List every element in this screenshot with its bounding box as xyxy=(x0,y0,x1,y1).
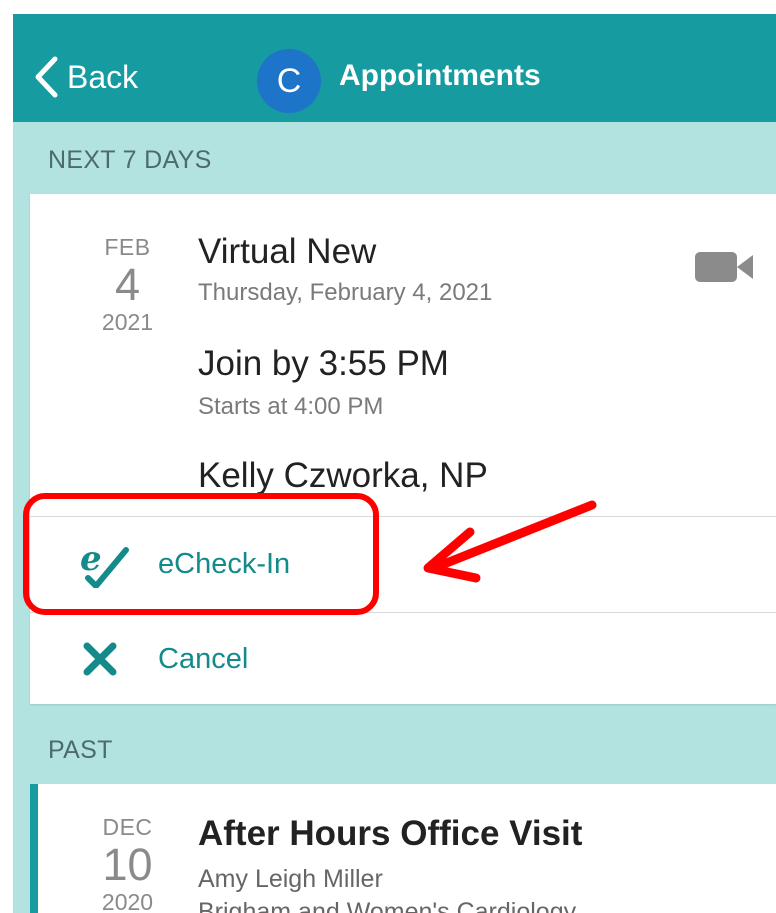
date-year: 2021 xyxy=(101,309,154,335)
video-camera-icon xyxy=(695,252,753,282)
date-year: 2020 xyxy=(101,889,154,913)
nav-header: Back C Appointments xyxy=(13,14,776,122)
section-label-next-7-days: NEXT 7 DAYS xyxy=(48,146,212,174)
appointment-name: After Hours Office Visit xyxy=(198,814,583,853)
start-time: Starts at 4:00 PM xyxy=(198,393,384,420)
arrow-annotation-icon xyxy=(423,500,597,583)
back-button[interactable]: Back xyxy=(33,52,138,102)
past-appointment-card[interactable]: DEC 10 2020 After Hours Office Visit Amy… xyxy=(30,784,776,913)
date-block: DEC 10 2020 xyxy=(80,814,175,913)
join-by-time: Join by 3:55 PM xyxy=(198,344,449,383)
date-month: FEB xyxy=(104,234,151,260)
date-month: DEC xyxy=(102,814,153,840)
appointment-card[interactable]: FEB 4 2021 Virtual New Thursday, Februar… xyxy=(30,194,776,704)
date-day: 4 xyxy=(114,259,141,310)
date-block: FEB 4 2021 xyxy=(80,234,175,336)
cancel-label: Cancel xyxy=(158,642,249,675)
chevron-left-icon xyxy=(35,56,58,98)
date-day: 10 xyxy=(102,839,153,890)
section-label-past: PAST xyxy=(48,736,113,764)
location-name: Brigham and Women's Cardiology xyxy=(198,898,577,913)
page-title: Appointments xyxy=(339,59,541,92)
provider-name: Amy Leigh Miller xyxy=(198,865,383,893)
cancel-button[interactable]: Cancel xyxy=(30,614,776,704)
appointment-name: Virtual New xyxy=(198,232,377,271)
avatar[interactable]: C xyxy=(257,49,321,113)
appointment-date: Thursday, February 4, 2021 xyxy=(198,279,493,306)
close-icon xyxy=(83,642,117,676)
app-screen: Back C Appointments NEXT 7 DAYS FEB 4 20… xyxy=(13,14,776,913)
back-label: Back xyxy=(67,58,139,95)
highlight-box xyxy=(23,493,379,615)
